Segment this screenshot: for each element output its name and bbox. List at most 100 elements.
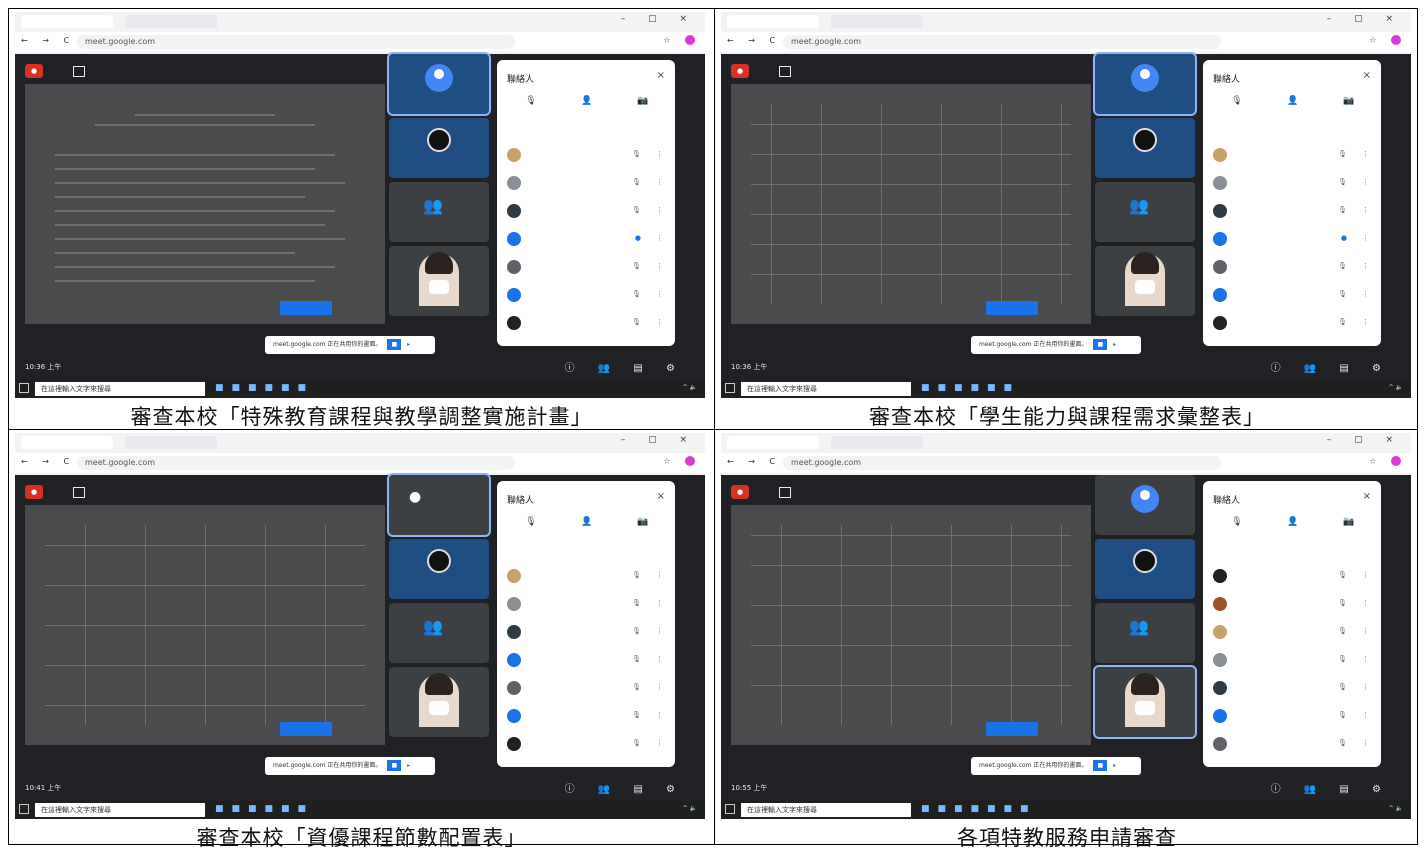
list-item[interactable]: 🎙 ⋮ bbox=[1213, 619, 1373, 647]
taskbar-apps[interactable]: ■■■■■■ bbox=[921, 383, 1020, 393]
host-controls-button[interactable]: 📷 bbox=[1323, 517, 1375, 531]
window-controls[interactable]: – ▢ × bbox=[621, 14, 697, 24]
profile-icon[interactable]: ☆ bbox=[663, 456, 695, 466]
close-icon[interactable]: × bbox=[657, 491, 665, 502]
taskbar-apps[interactable]: ■■■■■■■ bbox=[921, 804, 1037, 814]
browser-tab[interactable] bbox=[21, 436, 113, 449]
close-icon[interactable]: × bbox=[657, 70, 665, 81]
url-field[interactable]: meet.google.com bbox=[77, 456, 515, 470]
url-field[interactable]: meet.google.com bbox=[783, 456, 1221, 470]
window-controls[interactable]: – ▢ × bbox=[1327, 14, 1403, 24]
list-item[interactable]: 🎙 ⋮ bbox=[1213, 563, 1373, 591]
nav-icons[interactable]: ← → C bbox=[21, 457, 75, 466]
participant-tile[interactable] bbox=[1095, 539, 1195, 599]
list-item[interactable]: 🎙 ⋮ bbox=[507, 170, 667, 198]
start-icon[interactable] bbox=[725, 383, 735, 393]
browser-tab[interactable] bbox=[727, 436, 819, 449]
list-item[interactable]: 🎙 ⋮ bbox=[1213, 675, 1373, 703]
stop-sharing-button[interactable]: ■ bbox=[387, 339, 402, 350]
list-item[interactable]: 🎙 ⋮ bbox=[507, 563, 667, 591]
host-controls-button[interactable]: 📷 bbox=[617, 96, 669, 110]
share-button[interactable] bbox=[986, 301, 1038, 315]
profile-icon[interactable]: ☆ bbox=[1369, 456, 1401, 466]
hide-button[interactable]: ▸ bbox=[407, 762, 410, 769]
self-view-tile[interactable] bbox=[389, 246, 489, 316]
participant-tile[interactable] bbox=[389, 539, 489, 599]
list-item[interactable]: 🎙 ⋮ bbox=[507, 703, 667, 731]
host-controls-button[interactable]: 📷 bbox=[1323, 96, 1375, 110]
list-item[interactable]: 🎙 ⋮ bbox=[507, 675, 667, 703]
mute-all-button[interactable]: 🎙 bbox=[1211, 96, 1263, 110]
control-icons[interactable]: ⓘ 👥 ▤ ⚙ bbox=[565, 359, 685, 374]
taskbar-search-input[interactable]: 在這裡輸入文字來搜尋 bbox=[741, 382, 911, 396]
list-item[interactable]: 🎙 ⋮ bbox=[507, 731, 667, 759]
list-item[interactable]: 🎙 ⋮ bbox=[507, 310, 667, 338]
list-item[interactable]: 🎙 ⋮ bbox=[1213, 282, 1373, 310]
mute-all-button[interactable]: 🎙 bbox=[505, 517, 557, 531]
window-controls[interactable]: – ▢ × bbox=[621, 435, 697, 445]
start-icon[interactable] bbox=[19, 383, 29, 393]
nav-icons[interactable]: ← → C bbox=[727, 36, 781, 45]
browser-tab[interactable] bbox=[831, 15, 923, 28]
taskbar-search-input[interactable]: 在這裡輸入文字來搜尋 bbox=[35, 382, 205, 396]
control-icons[interactable]: ⓘ 👥 ▤ ⚙ bbox=[1271, 359, 1391, 374]
hide-button[interactable]: ▸ bbox=[407, 341, 410, 348]
participant-tile[interactable]: 👥 bbox=[1095, 182, 1195, 242]
url-field[interactable]: meet.google.com bbox=[783, 35, 1221, 49]
list-item[interactable]: 🎙 ⋮ bbox=[507, 254, 667, 282]
taskbar-apps[interactable]: ■■■■■■ bbox=[215, 383, 314, 393]
taskbar-search-input[interactable]: 在這裡輸入文字來搜尋 bbox=[741, 803, 911, 817]
list-item[interactable]: 🎙 ⋮ bbox=[507, 282, 667, 310]
list-item[interactable]: 🎙 ⋮ bbox=[507, 619, 667, 647]
browser-tab[interactable] bbox=[21, 15, 113, 28]
hide-button[interactable]: ▸ bbox=[1113, 341, 1116, 348]
nav-icons[interactable]: ← → C bbox=[21, 36, 75, 45]
list-item[interactable]: 🎙 ⋮ bbox=[1213, 703, 1373, 731]
list-item[interactable]: 🎙 ⋮ bbox=[1213, 591, 1373, 619]
share-button[interactable] bbox=[280, 301, 332, 315]
list-item[interactable]: 🎙 ⋮ bbox=[1213, 142, 1373, 170]
control-icons[interactable]: ⓘ 👥 ▤ ⚙ bbox=[565, 780, 685, 795]
participant-tile[interactable] bbox=[1095, 118, 1195, 178]
add-people-button[interactable]: 👤 bbox=[561, 96, 613, 110]
mute-all-button[interactable]: 🎙 bbox=[1211, 517, 1263, 531]
participant-tile[interactable] bbox=[1095, 475, 1195, 535]
list-item[interactable]: ● ⋮ bbox=[507, 226, 667, 254]
list-item[interactable]: ● ⋮ bbox=[1213, 226, 1373, 254]
list-item[interactable]: 🎙 ⋮ bbox=[1213, 310, 1373, 338]
stop-sharing-button[interactable]: ■ bbox=[387, 760, 402, 771]
host-controls-button[interactable]: 📷 bbox=[617, 517, 669, 531]
control-icons[interactable]: ⓘ 👥 ▤ ⚙ bbox=[1271, 780, 1391, 795]
self-view-tile[interactable] bbox=[1095, 667, 1195, 737]
taskbar-apps[interactable]: ■■■■■■ bbox=[215, 804, 314, 814]
browser-tab[interactable] bbox=[125, 15, 217, 28]
list-item[interactable]: 🎙 ⋮ bbox=[1213, 254, 1373, 282]
list-item[interactable]: 🎙 ⋮ bbox=[507, 647, 667, 675]
list-item[interactable]: 🎙 ⋮ bbox=[1213, 198, 1373, 226]
list-item[interactable]: 🎙 ⋮ bbox=[507, 142, 667, 170]
self-view-tile[interactable] bbox=[389, 667, 489, 737]
share-button[interactable] bbox=[280, 722, 332, 736]
taskbar-search-input[interactable]: 在這裡輸入文字來搜尋 bbox=[35, 803, 205, 817]
close-icon[interactable]: × bbox=[1363, 491, 1371, 502]
url-field[interactable]: meet.google.com bbox=[77, 35, 515, 49]
nav-icons[interactable]: ← → C bbox=[727, 457, 781, 466]
list-item[interactable]: 🎙 ⋮ bbox=[1213, 647, 1373, 675]
browser-tab[interactable] bbox=[125, 436, 217, 449]
stop-sharing-button[interactable]: ■ bbox=[1093, 760, 1108, 771]
participant-tile[interactable] bbox=[389, 54, 489, 114]
stop-sharing-button[interactable]: ■ bbox=[1093, 339, 1108, 350]
window-controls[interactable]: – ▢ × bbox=[1327, 435, 1403, 445]
add-people-button[interactable]: 👤 bbox=[561, 517, 613, 531]
start-icon[interactable] bbox=[725, 804, 735, 814]
browser-tab[interactable] bbox=[727, 15, 819, 28]
profile-icon[interactable]: ☆ bbox=[1369, 35, 1401, 45]
add-people-button[interactable]: 👤 bbox=[1267, 96, 1319, 110]
participant-tile[interactable] bbox=[1095, 54, 1195, 114]
participant-tile[interactable]: 👥 bbox=[1095, 603, 1195, 663]
participant-tile[interactable]: 👥 bbox=[389, 182, 489, 242]
browser-tab[interactable] bbox=[831, 436, 923, 449]
list-item[interactable]: 🎙 ⋮ bbox=[1213, 731, 1373, 759]
participant-tile[interactable]: 👥 bbox=[389, 603, 489, 663]
self-view-tile[interactable] bbox=[1095, 246, 1195, 316]
